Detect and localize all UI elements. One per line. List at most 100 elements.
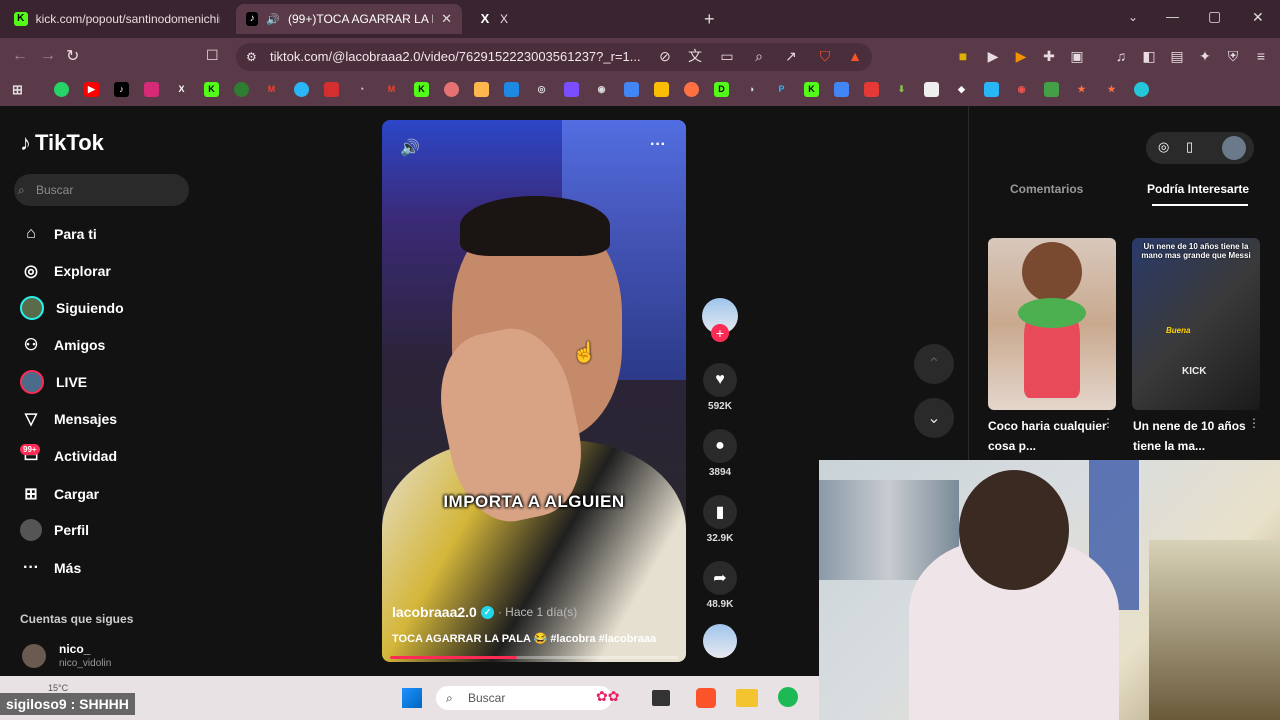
nav-item-mas[interactable]: ··· Más (20, 556, 81, 580)
drive-bookmark-icon[interactable] (654, 82, 669, 97)
tiktok-bookmark-icon[interactable]: ♪ (114, 82, 129, 97)
recommended-video-title[interactable]: Coco haria cualquier cosa p... (988, 416, 1116, 456)
wallet-icon[interactable]: ▤ (1168, 47, 1186, 65)
bookmark-icon-8[interactable] (294, 82, 309, 97)
tab-podria-interesarte[interactable]: Podría Interesarte (1147, 182, 1249, 196)
extension-yellow-icon[interactable]: ■ (954, 47, 972, 65)
nav-item-mensajes[interactable]: ▽ Mensajes (20, 407, 117, 431)
bookmark-icon-18[interactable]: ◉ (594, 82, 609, 97)
bookmark-icon-32[interactable]: ◉ (1014, 82, 1029, 97)
music-icon[interactable]: ♫ (1112, 47, 1130, 65)
orange-play-icon[interactable]: ▶ (1012, 47, 1030, 65)
share-button[interactable]: ➦ 48.9K (702, 561, 738, 610)
maximize-button[interactable]: ▢ (1208, 8, 1221, 25)
search-input[interactable]: ⌕ Buscar (14, 174, 189, 206)
bookmark-icon-29[interactable] (924, 82, 939, 97)
bookmark-icon-22[interactable]: D (714, 82, 729, 97)
x-bookmark-icon[interactable]: X (174, 82, 189, 97)
nav-item-siguiendo[interactable]: Siguiendo (20, 296, 124, 320)
brave-taskbar-icon[interactable] (696, 688, 716, 708)
minimize-button[interactable]: — (1166, 9, 1179, 24)
translate-icon[interactable]: 文 (686, 47, 704, 65)
site-info-icon[interactable]: ⚙ (246, 43, 257, 71)
bookmark-icon-15[interactable] (504, 82, 519, 97)
youtube-bookmark-icon[interactable]: ▶ (84, 82, 99, 97)
close-tab-icon[interactable]: ✕ (441, 11, 452, 27)
reload-icon[interactable]: ↻ (66, 46, 79, 66)
leo-ai-icon[interactable]: ✦ (1196, 47, 1214, 65)
creator-avatar-button[interactable]: + (702, 298, 738, 342)
cast-icon[interactable]: ▭ (718, 47, 736, 65)
kick-bookmark-icon[interactable]: K (204, 82, 219, 97)
taskbar-search[interactable]: ⌕ Buscar (436, 686, 612, 710)
screenshot-icon[interactable]: ▣ (1068, 47, 1086, 65)
save-button[interactable]: ▮ 32.9K (702, 495, 738, 544)
nav-item-amigos[interactable]: ⚇ Amigos (20, 333, 106, 357)
menu-icon[interactable]: ≡ (1252, 47, 1270, 65)
follow-plus-icon[interactable]: + (711, 324, 729, 342)
vpn-icon[interactable]: ⛨ (1224, 47, 1242, 65)
kick-bookmark-icon-3[interactable]: K (804, 82, 819, 97)
forward-icon[interactable]: → (40, 47, 56, 65)
brave-rewards-icon[interactable]: ▲ (846, 47, 864, 65)
previous-video-button[interactable]: ⌃ (914, 344, 954, 384)
music-disc-button[interactable] (702, 624, 738, 658)
bookmark-icon-23[interactable]: ◑ (744, 82, 759, 97)
new-tab-button[interactable]: + (704, 9, 715, 30)
bookmark-icon-34[interactable]: ★ (1074, 82, 1089, 97)
comment-button[interactable]: ● 3894 (702, 429, 738, 478)
recommended-video-thumb[interactable] (988, 238, 1116, 410)
tab-tiktok[interactable]: ♪ 🔊 (99+)TOCA AGARRAR LA PAL ✕ (236, 4, 462, 34)
bookmark-icon-33[interactable] (1044, 82, 1059, 97)
no-tracking-icon[interactable]: ⊘ (656, 47, 674, 65)
bookmark-icon-35[interactable]: ★ (1104, 82, 1119, 97)
next-video-button[interactable]: ⌄ (914, 398, 954, 438)
recommended-video-thumb[interactable]: Un nene de 10 años tiene la mano mas gra… (1132, 238, 1260, 410)
nav-item-perfil[interactable]: Perfil (20, 518, 89, 542)
share-icon[interactable]: ↗ (782, 47, 800, 65)
paypal-bookmark-icon[interactable]: P (774, 82, 789, 97)
nav-item-para-ti[interactable]: ⌂ Para ti (20, 222, 97, 246)
bookmark-icon-6[interactable] (234, 82, 249, 97)
bookmark-icon-9[interactable] (324, 82, 339, 97)
more-options-icon[interactable]: ··· (650, 136, 666, 154)
address-bar[interactable]: ⚙ tiktok.com/@lacobraaa2.0/video/7629152… (236, 43, 872, 71)
windows-start-icon[interactable] (402, 688, 422, 708)
nav-item-explorar[interactable]: ◎ Explorar (20, 259, 111, 283)
docs-bookmark-icon-2[interactable] (834, 82, 849, 97)
bookmark-icon-16[interactable]: ◎ (534, 82, 549, 97)
bookmark-icon-14[interactable] (474, 82, 489, 97)
kick-bookmark-icon-2[interactable]: K (414, 82, 429, 97)
bookmark-icon[interactable]: ☐ (206, 47, 219, 64)
bookmark-icon-10[interactable]: ◔ (354, 82, 369, 97)
tab-comentarios[interactable]: Comentarios (1010, 182, 1083, 196)
recommended-video-title[interactable]: Un nene de 10 años tiene la ma... (1133, 416, 1261, 456)
whatsapp-bookmark-icon[interactable] (54, 82, 69, 97)
back-icon[interactable]: ← (12, 47, 28, 65)
tab-search-icon[interactable]: ⌄ (1128, 10, 1138, 24)
gmail-bookmark-icon[interactable]: M (264, 82, 279, 97)
task-view-icon[interactable] (652, 690, 670, 706)
bookmark-icon-17[interactable] (564, 82, 579, 97)
bookmark-icon-13[interactable] (444, 82, 459, 97)
tab-kick[interactable]: K kick.com/popout/santinodomenichin (4, 4, 230, 34)
volume-icon[interactable]: 🔊 (400, 138, 420, 158)
gmail-bookmark-icon-2[interactable]: M (384, 82, 399, 97)
following-account[interactable]: nico_ nico_vidolin (20, 642, 180, 672)
video-progress-bar[interactable] (390, 656, 678, 659)
bookmark-icon-31[interactable] (984, 82, 999, 97)
more-options-icon[interactable]: ⋮ (1102, 416, 1114, 430)
video-player[interactable]: 🔊 ··· IMPORTA A ALGUIEN lacobraaa2.0 ✓ ·… (382, 120, 686, 662)
zoom-icon[interactable]: ⌕ (750, 47, 768, 65)
close-window-button[interactable]: ✕ (1252, 9, 1264, 26)
nav-item-live[interactable]: LIVE (20, 370, 87, 394)
bookmark-icon-30[interactable]: ◆ (954, 82, 969, 97)
like-button[interactable]: ♥ 592K (702, 363, 738, 412)
tiktok-logo[interactable]: ♪ TikTok (20, 130, 104, 156)
user-avatar[interactable] (1222, 136, 1246, 160)
speaker-icon[interactable]: 🔊 (266, 13, 280, 26)
sidebar-icon[interactable]: ◧ (1140, 47, 1158, 65)
device-icon[interactable]: ▯ (1186, 139, 1193, 155)
more-options-icon[interactable]: ⋮ (1248, 416, 1260, 430)
bookmark-icon-27[interactable] (864, 82, 879, 97)
